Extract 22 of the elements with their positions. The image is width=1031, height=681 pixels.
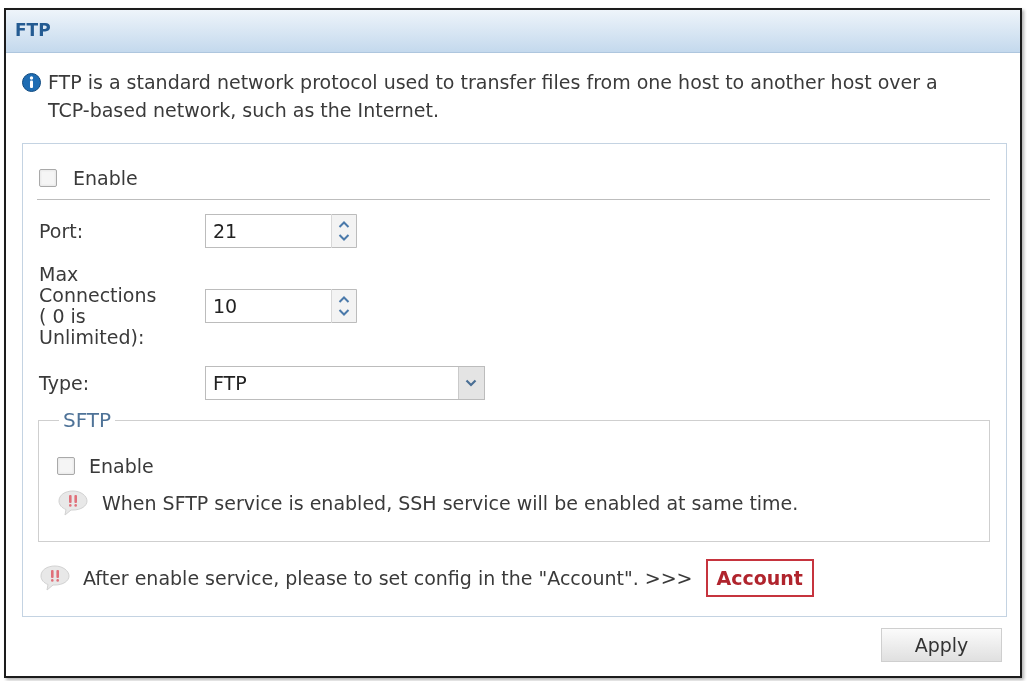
- spinner-arrows-icon[interactable]: [331, 289, 357, 323]
- number-input[interactable]: 21: [205, 214, 331, 248]
- spinner-arrows-icon[interactable]: [331, 214, 357, 248]
- field-label: Max Connections ( 0 is Unlimited):: [39, 264, 158, 348]
- checkbox-label: Enable: [73, 165, 138, 191]
- description-text: FTP is a standard network protocol used to transfer files from one host to another host over a TCP-based network, such as the Internet.: [48, 70, 939, 123]
- checkbox[interactable]: [57, 457, 75, 475]
- group-legend: SFTP: [59, 409, 116, 431]
- account-link-button[interactable]: Account: [705, 559, 814, 597]
- warning-text: When SFTP service is enabled, SSH service will be enabled at same time.: [102, 490, 799, 516]
- field-label: Type:: [39, 372, 91, 394]
- checkbox-label: Enable: [89, 453, 154, 479]
- apply-button[interactable]: Apply: [881, 628, 1002, 662]
- field-label: Port:: [39, 220, 85, 242]
- type-select[interactable]: FTP: [205, 366, 485, 400]
- checkbox[interactable]: [39, 169, 57, 187]
- number-input[interactable]: 10: [205, 289, 331, 323]
- panel-title: FTP: [15, 19, 51, 43]
- warning-bubble-icon: [39, 565, 71, 591]
- info-icon: [22, 73, 41, 92]
- warning-bubble-icon: [57, 490, 89, 516]
- account-note: After enable service, please to set config in the "Account". >>>: [83, 565, 693, 591]
